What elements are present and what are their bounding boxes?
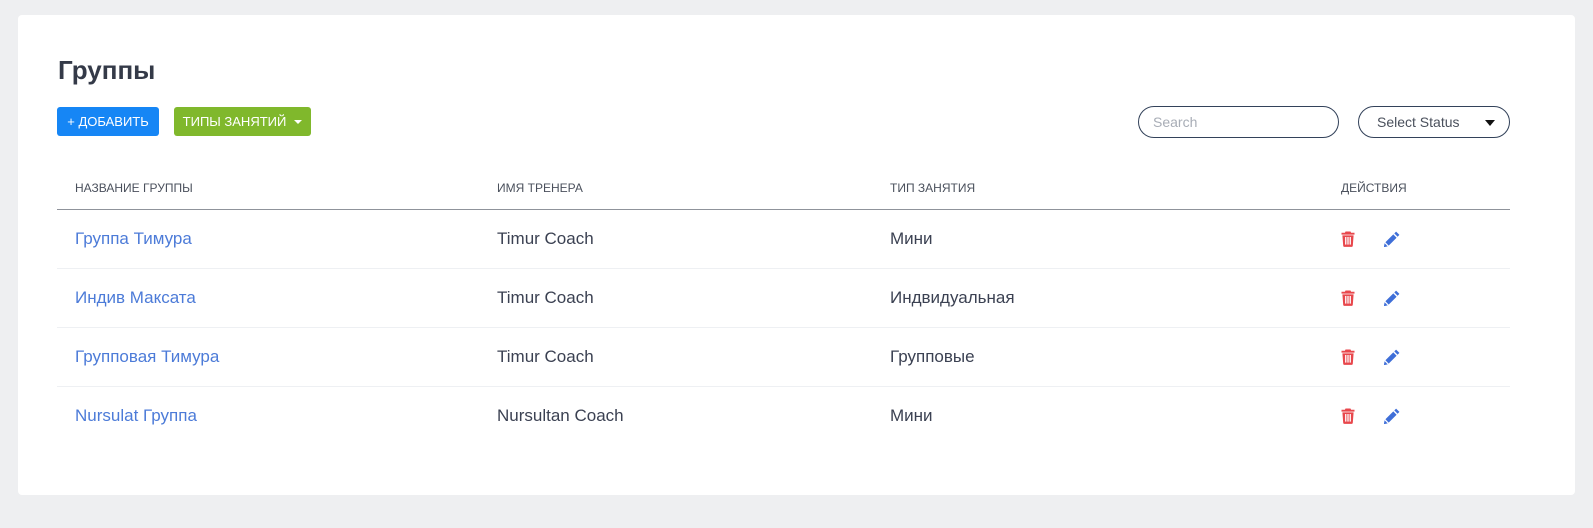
group-name-link[interactable]: Nursulat Группа — [75, 406, 197, 425]
edit-button[interactable] — [1384, 408, 1400, 424]
coach-name-cell: Nursultan Coach — [497, 405, 624, 425]
delete-button[interactable] — [1341, 290, 1357, 306]
table-row: Индив Максата Timur Coach Индвидуальная — [57, 268, 1510, 328]
page-title: Группы — [58, 55, 156, 85]
pencil-icon — [1384, 349, 1400, 365]
trash-icon — [1341, 290, 1355, 306]
table-row: Групповая Тимура Timur Coach Групповые — [57, 327, 1510, 387]
column-header-lesson-type: ТИП ЗАНЯТИЯ — [890, 165, 1341, 210]
coach-name-cell: Timur Coach — [497, 209, 890, 269]
caret-down-icon — [294, 119, 303, 124]
edit-button[interactable] — [1384, 349, 1400, 365]
groups-table: НАЗВАНИЕ ГРУППЫ ИМЯ ТРЕНЕРА ТИП ЗАНЯТИЯ … — [57, 165, 1510, 445]
trash-icon — [1341, 349, 1355, 365]
row-actions — [1341, 408, 1510, 424]
edit-button[interactable] — [1384, 231, 1400, 247]
dropdown-arrow-icon — [1485, 120, 1495, 126]
group-name-link[interactable]: Группа Тимура — [75, 229, 192, 248]
column-header-coach-name: ИМЯ ТРЕНЕРА — [497, 165, 890, 210]
column-header-group-name: НАЗВАНИЕ ГРУППЫ — [57, 165, 497, 210]
trash-icon — [1341, 231, 1355, 247]
table-header-row: НАЗВАНИЕ ГРУППЫ ИМЯ ТРЕНЕРА ТИП ЗАНЯТИЯ … — [57, 165, 1510, 210]
lesson-types-label: ТИПЫ ЗАНЯТИЙ — [182, 114, 287, 129]
delete-button[interactable] — [1341, 349, 1357, 365]
pencil-icon — [1384, 231, 1400, 247]
table-row: Nursulat Группа Nursultan Coach Мини — [57, 386, 1510, 445]
status-select-value: Select Status — [1377, 114, 1460, 130]
add-group-button[interactable]: + ДОБАВИТЬ — [57, 107, 159, 136]
row-actions — [1341, 290, 1510, 306]
trash-icon — [1341, 408, 1355, 424]
lesson-type-cell: Мини — [890, 209, 1341, 269]
group-name-link[interactable]: Групповая Тимура — [75, 347, 219, 366]
group-name-link[interactable]: Индив Максата — [75, 288, 196, 307]
coach-name-cell: Timur Coach — [497, 268, 890, 328]
groups-card: Группы + ДОБАВИТЬ ТИПЫ ЗАНЯТИЙ Select St… — [18, 15, 1575, 495]
lesson-type-cell: Групповые — [890, 327, 1341, 387]
delete-button[interactable] — [1341, 231, 1357, 247]
row-actions — [1341, 349, 1510, 365]
lesson-type-cell: Индвидуальная — [890, 268, 1341, 328]
delete-button[interactable] — [1341, 408, 1357, 424]
table-row: Группа Тимура Timur Coach Мини — [57, 209, 1510, 269]
edit-button[interactable] — [1384, 290, 1400, 306]
row-actions — [1341, 231, 1510, 247]
search-input[interactable] — [1138, 106, 1339, 138]
pencil-icon — [1384, 290, 1400, 306]
pencil-icon — [1384, 408, 1400, 424]
lesson-type-cell: Мини — [890, 405, 933, 425]
lesson-types-dropdown-button[interactable]: ТИПЫ ЗАНЯТИЙ — [174, 107, 311, 136]
coach-name-cell: Timur Coach — [497, 327, 890, 387]
column-header-actions: ДЕЙСТВИЯ — [1341, 165, 1510, 210]
status-select[interactable]: Select Status — [1358, 106, 1510, 138]
